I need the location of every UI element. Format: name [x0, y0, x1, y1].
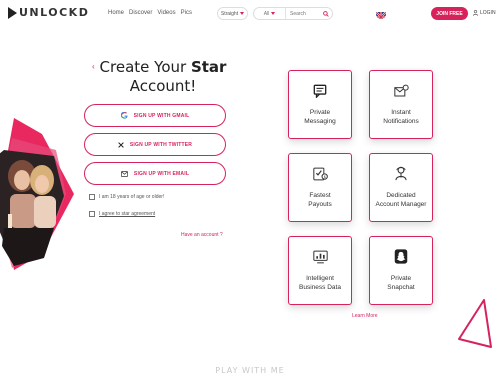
feature-line1: Fastest	[309, 191, 331, 199]
signup-email-button[interactable]: SIGN UP WITH EMAIL	[84, 162, 226, 185]
age-check-label: I am 18 years of age or older!	[99, 194, 165, 200]
feature-card-private-messaging: Private Messaging	[288, 70, 352, 139]
feature-card-instant-notifications: Instant Notifications	[369, 70, 433, 139]
manager-icon	[394, 166, 408, 186]
login-label: LOGIN	[480, 10, 496, 16]
back-chevron-icon[interactable]: ‹	[92, 62, 95, 71]
title-bold: Star	[190, 58, 227, 76]
signup-twitter-label: SIGN UP WITH TWITTER	[129, 141, 193, 148]
agreement-link[interactable]: I agree to star agreement	[99, 211, 155, 217]
decorative-triangle	[456, 297, 494, 356]
orientation-select[interactable]: Straight	[217, 7, 248, 20]
join-free-button[interactable]: JOIN FREE	[431, 7, 468, 20]
feature-line1: Private	[390, 275, 412, 282]
nav-videos[interactable]: Videos	[157, 10, 175, 16]
learn-more-link[interactable]: Learn More	[352, 313, 378, 319]
feature-card-dedicated-manager: Dedicated Account Manager	[369, 153, 433, 222]
signup-twitter-button[interactable]: SIGN UP WITH TWITTER	[84, 133, 226, 156]
chat-icon	[313, 84, 327, 103]
x-twitter-icon	[118, 141, 124, 148]
play-logo-icon	[8, 6, 17, 19]
age-checkbox[interactable]	[89, 194, 95, 200]
chevron-down-icon	[271, 12, 276, 15]
search-category-select[interactable]: All	[254, 8, 286, 19]
snapchat-icon	[394, 249, 408, 269]
chevron-down-icon	[240, 12, 245, 15]
title-regular: Create Your	[99, 58, 191, 76]
feature-line2: Messaging	[304, 117, 336, 125]
orientation-value: Straight	[220, 10, 239, 17]
feature-line1: Intelligent	[306, 274, 334, 282]
feature-card-business-data: Intelligent Business Data	[288, 236, 352, 305]
search-icon[interactable]	[320, 10, 332, 17]
analytics-icon	[312, 250, 328, 269]
agreement-checkbox[interactable]	[89, 211, 95, 217]
feature-line2: Snapchat	[387, 284, 415, 291]
page-title: Create Your Star Account!	[98, 58, 228, 96]
main-nav: Home Discover Videos Pics	[108, 10, 192, 16]
search-input[interactable]	[286, 10, 320, 17]
agreement-check-row: I agree to star agreement	[89, 211, 155, 217]
signup-gmail-button[interactable]: SIGN UP WITH GMAIL	[84, 104, 226, 127]
section-heading: PLAY WITH ME	[215, 366, 285, 375]
title-line2: Account!	[129, 77, 197, 95]
logo-text: UNLOCKD	[19, 6, 90, 19]
have-account-link[interactable]: Have an account ?	[181, 232, 223, 238]
signup-gmail-label: SIGN UP WITH GMAIL	[133, 112, 190, 119]
feature-line2: Business Data	[299, 283, 341, 291]
nav-home[interactable]: Home	[108, 10, 124, 16]
search-group: All	[253, 7, 333, 20]
signup-email-label: SIGN UP WITH EMAIL	[133, 170, 190, 177]
feature-card-fastest-payouts: $ Fastest Payouts	[288, 153, 352, 222]
uk-flag-icon[interactable]	[376, 9, 386, 19]
envelope-bell-icon	[393, 84, 409, 103]
google-icon	[120, 112, 128, 119]
top-header: UNLOCKD Home Discover Videos Pics Straig…	[0, 0, 500, 28]
nav-pics[interactable]: Pics	[181, 10, 192, 16]
feature-line1: Instant	[391, 108, 411, 116]
age-check-row: I am 18 years of age or older!	[89, 194, 164, 200]
feature-card-private-snapchat: Private Snapchat	[369, 236, 433, 305]
user-icon	[473, 10, 478, 16]
feature-line1: Private	[309, 108, 331, 116]
feature-line1: Dedicated	[386, 192, 416, 199]
money-check-icon: $	[312, 167, 328, 186]
feature-line2: Notifications	[383, 117, 419, 125]
search-category-value: All	[263, 10, 270, 17]
models-photo	[0, 118, 74, 270]
feature-line2: Payouts	[308, 200, 332, 208]
login-link[interactable]: LOGIN	[473, 10, 496, 16]
nav-discover[interactable]: Discover	[129, 10, 152, 16]
logo[interactable]: UNLOCKD	[8, 6, 89, 19]
feature-line2: Account Manager	[375, 201, 427, 208]
envelope-icon	[120, 170, 128, 177]
